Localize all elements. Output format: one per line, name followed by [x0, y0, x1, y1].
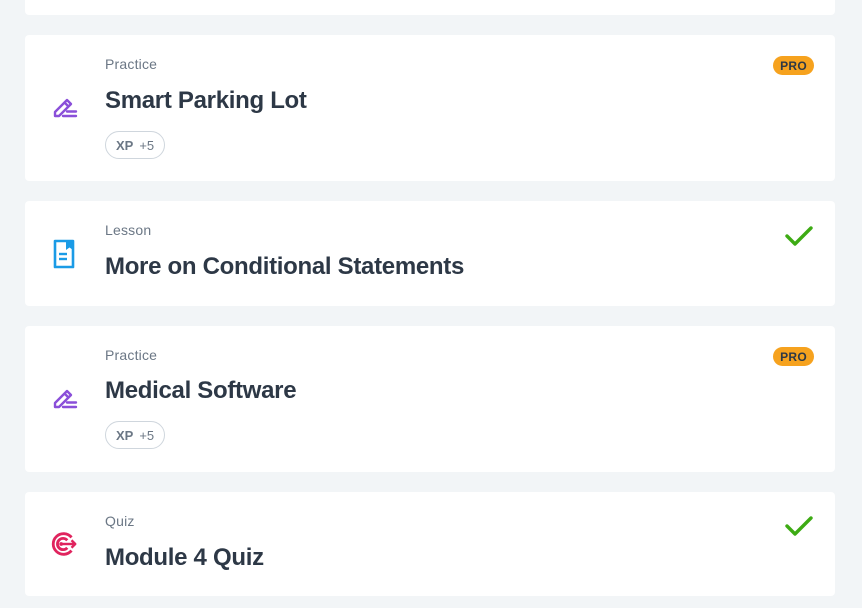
lesson-document-icon — [49, 239, 79, 269]
module-content-list: Practice Smart Parking Lot XP +5 PRO Les… — [0, 0, 862, 608]
item-type-label: Practice — [105, 56, 158, 72]
target-quiz-icon — [49, 529, 79, 559]
list-item-quiz-module-4[interactable]: Quiz Module 4 Quiz — [25, 492, 835, 596]
item-type-label: Quiz — [105, 513, 135, 529]
pencil-practice-icon — [49, 92, 79, 122]
item-title[interactable]: Medical Software — [105, 377, 297, 405]
completed-check-icon — [785, 516, 813, 536]
completed-check-icon — [785, 226, 813, 246]
item-title[interactable]: Module 4 Quiz — [105, 544, 264, 572]
list-item-practice-smart-parking-lot[interactable]: Practice Smart Parking Lot XP +5 PRO — [25, 35, 835, 181]
pro-badge: PRO — [773, 347, 814, 366]
xp-label: XP — [116, 427, 134, 443]
item-type-label: Practice — [105, 347, 158, 363]
item-type-label: Lesson — [105, 222, 152, 238]
xp-label: XP — [116, 137, 134, 153]
pro-badge: PRO — [773, 56, 814, 75]
xp-reward-pill: XP +5 — [105, 131, 166, 159]
item-title[interactable]: More on Conditional Statements — [105, 253, 464, 281]
previous-item-card[interactable] — [25, 0, 835, 15]
xp-value: +5 — [139, 137, 155, 153]
xp-value: +5 — [139, 427, 155, 443]
list-item-lesson-conditional-statements[interactable]: Lesson More on Conditional Statements — [25, 201, 835, 306]
pencil-practice-icon — [49, 383, 79, 413]
xp-reward-pill: XP +5 — [105, 421, 166, 449]
list-item-practice-medical-software[interactable]: Practice Medical Software XP +5 PRO — [25, 326, 835, 472]
item-title[interactable]: Smart Parking Lot — [105, 87, 307, 115]
